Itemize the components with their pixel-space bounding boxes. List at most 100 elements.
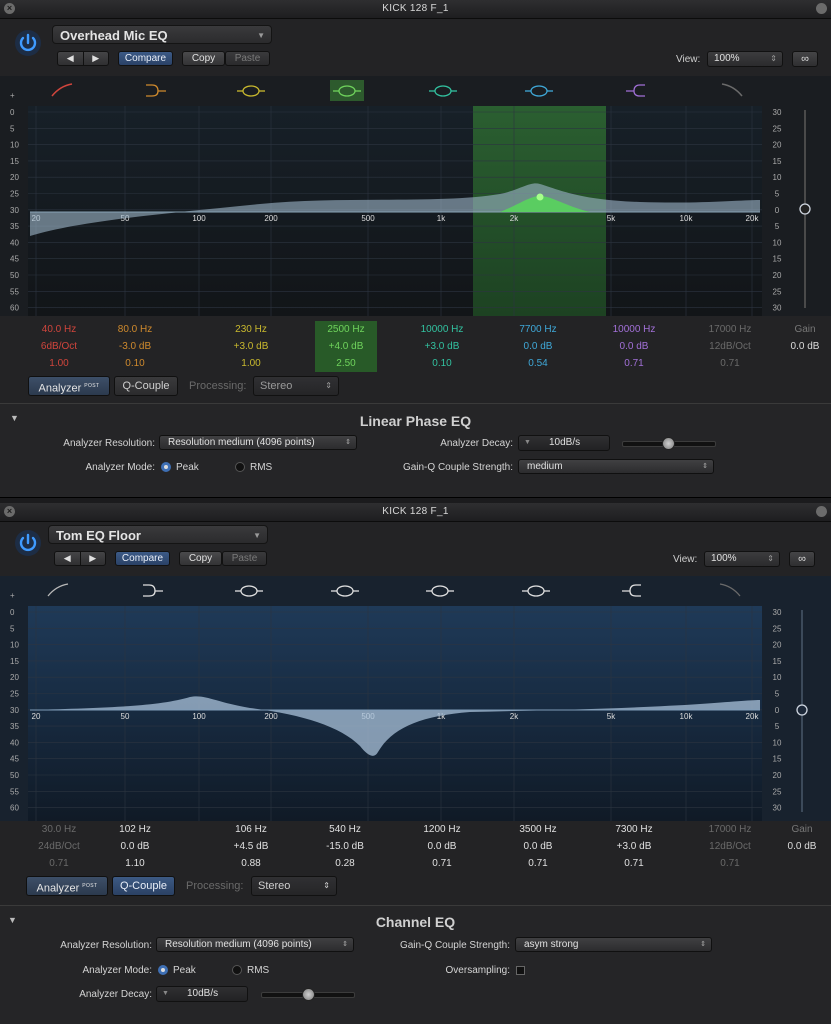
compare-button[interactable]: Compare (115, 551, 170, 566)
preset-nav[interactable]: ◀ ▶ (57, 51, 109, 66)
band-freq[interactable]: 1200 Hz (398, 821, 486, 838)
band-1-params[interactable]: 30.0 Hz 24dB/Oct 0.71 (15, 821, 103, 872)
band-q[interactable]: 0.10 (91, 355, 179, 372)
band-freq[interactable]: 7700 Hz (494, 321, 582, 338)
band-6-params[interactable]: 7700 Hz 0.0 dB 0.54 (494, 321, 582, 372)
band-q[interactable]: 0.54 (494, 355, 582, 372)
gain-q-couple-select[interactable]: medium ⇕ (518, 459, 714, 474)
band-q[interactable]: 0.10 (398, 355, 486, 372)
preset-menu[interactable]: Overhead Mic EQ ▼ (52, 25, 272, 44)
band-freq[interactable]: 17000 Hz (686, 321, 774, 338)
gain-value[interactable]: 0.0 dB (777, 838, 827, 855)
band-4-params[interactable]: 2500 Hz +4.0 dB 2.50 (315, 321, 377, 372)
band-gain[interactable]: +4.5 dB (207, 838, 295, 855)
band-q[interactable]: 0.71 (590, 355, 678, 372)
band-q[interactable]: 0.71 (15, 855, 103, 872)
band-gain[interactable]: -3.0 dB (91, 338, 179, 355)
eq-graph[interactable]: +051015202530354045505560 30252015105051… (0, 76, 831, 316)
band-q[interactable]: 0.71 (686, 355, 774, 372)
band-5-params[interactable]: 10000 Hz +3.0 dB 0.10 (398, 321, 486, 372)
title-bar[interactable]: × KICK 128 F_1 (0, 503, 831, 522)
band-2-params[interactable]: 80.0 Hz -3.0 dB 0.10 (91, 321, 179, 372)
band-gain[interactable]: 12dB/Oct (686, 838, 774, 855)
output-gain[interactable]: Gain 0.0 dB (777, 821, 827, 855)
band-q[interactable]: 1.00 (15, 355, 103, 372)
band-q[interactable]: 0.88 (207, 855, 295, 872)
band-freq[interactable]: 10000 Hz (398, 321, 486, 338)
band-6-params[interactable]: 3500 Hz 0.0 dB 0.71 (494, 821, 582, 872)
gain-q-couple-select[interactable]: asym strong ⇕ (515, 937, 712, 952)
peak-radio[interactable] (161, 462, 171, 472)
band-7-params[interactable]: 7300 Hz +3.0 dB 0.71 (590, 821, 678, 872)
band-7-params[interactable]: 10000 Hz 0.0 dB 0.71 (590, 321, 678, 372)
next-preset-icon[interactable]: ▶ (84, 52, 109, 65)
band-freq[interactable]: 80.0 Hz (91, 321, 179, 338)
band-1-params[interactable]: 40.0 Hz 6dB/Oct 1.00 (15, 321, 103, 372)
output-gain[interactable]: Gain 0.0 dB (780, 321, 830, 355)
band-3-params[interactable]: 230 Hz +3.0 dB 1.00 (207, 321, 295, 372)
band-gain[interactable]: 24dB/Oct (15, 838, 103, 855)
paste-button[interactable]: Paste (222, 551, 267, 566)
previous-preset-icon[interactable]: ◀ (55, 552, 81, 565)
analyzer-button[interactable]: Analyzer POST (28, 376, 110, 396)
peak-radio[interactable] (158, 965, 168, 975)
band-q[interactable]: 0.71 (686, 855, 774, 872)
band-freq[interactable]: 40.0 Hz (15, 321, 103, 338)
band-freq[interactable]: 2500 Hz (315, 321, 377, 338)
band-freq[interactable]: 3500 Hz (494, 821, 582, 838)
band-freq[interactable]: 102 Hz (91, 821, 179, 838)
analyzer-decay-knob[interactable] (662, 437, 675, 450)
band-gain[interactable]: 12dB/Oct (686, 338, 774, 355)
processing-select[interactable]: Stereo ⇕ (251, 876, 337, 896)
minimize-icon[interactable] (816, 3, 827, 14)
band-4-params[interactable]: 540 Hz -15.0 dB 0.28 (301, 821, 389, 872)
rms-radio[interactable] (235, 462, 245, 472)
copy-button[interactable]: Copy (182, 51, 225, 66)
gain-value[interactable]: 0.0 dB (780, 338, 830, 355)
minimize-icon[interactable] (816, 506, 827, 517)
band-q[interactable]: 0.71 (590, 855, 678, 872)
band-5-params[interactable]: 1200 Hz 0.0 dB 0.71 (398, 821, 486, 872)
band-freq[interactable]: 106 Hz (207, 821, 295, 838)
analyzer-button[interactable]: Analyzer POST (26, 876, 108, 896)
analyzer-resolution-select[interactable]: Resolution medium (4096 points) ⇕ (159, 435, 357, 450)
band-freq[interactable]: 230 Hz (207, 321, 295, 338)
paste-button[interactable]: Paste (225, 51, 270, 66)
band-gain[interactable]: 6dB/Oct (15, 338, 103, 355)
band-gain[interactable]: 0.0 dB (494, 838, 582, 855)
view-zoom-select[interactable]: 100% ⇕ (704, 551, 780, 567)
processing-select[interactable]: Stereo ⇕ (253, 376, 339, 396)
power-icon[interactable] (14, 29, 42, 57)
band-freq[interactable]: 7300 Hz (590, 821, 678, 838)
band-gain[interactable]: +3.0 dB (398, 338, 486, 355)
band-3-params[interactable]: 106 Hz +4.5 dB 0.88 (207, 821, 295, 872)
gain-slider-knob[interactable] (796, 704, 808, 716)
analyzer-decay-knob[interactable] (302, 988, 315, 1001)
power-icon[interactable] (14, 529, 42, 557)
previous-preset-icon[interactable]: ◀ (58, 52, 84, 65)
band-gain[interactable]: 0.0 dB (398, 838, 486, 855)
band-freq[interactable]: 30.0 Hz (15, 821, 103, 838)
q-couple-button[interactable]: Q-Couple (112, 876, 175, 896)
link-button[interactable]: ∞ (792, 51, 818, 67)
view-zoom-select[interactable]: 100% ⇕ (707, 51, 783, 67)
band-gain[interactable]: -15.0 dB (301, 838, 389, 855)
band-q[interactable]: 0.28 (301, 855, 389, 872)
band-gain[interactable]: 0.0 dB (494, 338, 582, 355)
analyzer-resolution-select[interactable]: Resolution medium (4096 points) ⇕ (156, 937, 354, 952)
copy-button[interactable]: Copy (179, 551, 222, 566)
title-bar[interactable]: × KICK 128 F_1 (0, 0, 831, 19)
band-gain[interactable]: 0.0 dB (590, 338, 678, 355)
band-q[interactable]: 0.71 (398, 855, 486, 872)
band-8-params[interactable]: 17000 Hz 12dB/Oct 0.71 (686, 821, 774, 872)
band-8-params[interactable]: 17000 Hz 12dB/Oct 0.71 (686, 321, 774, 372)
band-q[interactable]: 1.10 (91, 855, 179, 872)
band-q[interactable]: 2.50 (315, 355, 377, 372)
band-2-params[interactable]: 102 Hz 0.0 dB 1.10 (91, 821, 179, 872)
band-freq[interactable]: 10000 Hz (590, 321, 678, 338)
oversampling-checkbox[interactable] (516, 966, 525, 975)
band-gain[interactable]: +3.0 dB (590, 838, 678, 855)
preset-menu[interactable]: Tom EQ Floor ▼ (48, 525, 268, 544)
rms-radio[interactable] (232, 965, 242, 975)
analyzer-decay-field[interactable]: ▼ 10dB/s (156, 986, 248, 1002)
